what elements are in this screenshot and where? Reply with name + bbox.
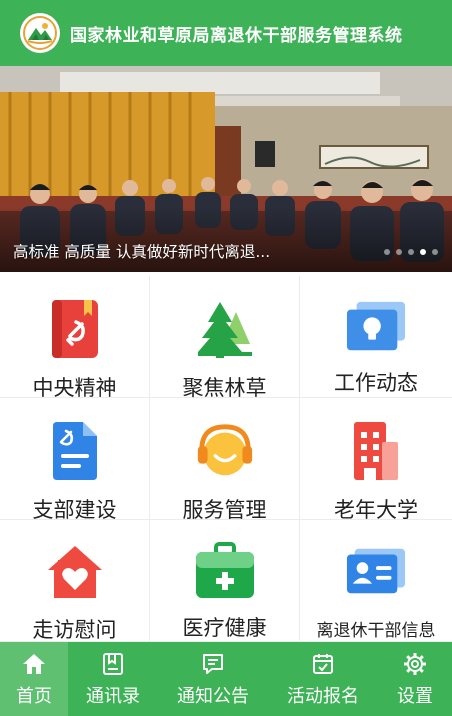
notice-icon	[201, 650, 225, 678]
menu-item-branch-building[interactable]: 支部建设	[0, 398, 150, 522]
tab-label: 活动报名	[287, 686, 359, 707]
menu-item-central-spirit[interactable]: 中央精神	[0, 276, 150, 400]
tab-activity-signup[interactable]: 活动报名	[268, 642, 378, 716]
app-header: 国家林业和草原局离退休干部服务管理系统	[0, 0, 452, 66]
menu-item-focus-forestry[interactable]: 聚焦林草	[150, 276, 300, 400]
tab-label: 首页	[16, 686, 52, 707]
signup-icon	[311, 650, 335, 678]
menu-item-retiree-info[interactable]: 离退休干部信息	[300, 520, 452, 642]
menu-item-work-updates[interactable]: 工作动态	[300, 276, 452, 398]
carousel-dot-active[interactable]	[420, 249, 426, 255]
menu-label: 医疗健康	[182, 616, 267, 640]
menu-label: 工作动态	[334, 371, 418, 395]
tab-label: 设置	[397, 686, 433, 707]
medical-kit-icon	[194, 542, 256, 600]
carousel-dot[interactable]	[432, 249, 438, 255]
settings-gear-icon	[403, 650, 427, 678]
forest-mountain-logo-icon	[20, 13, 60, 53]
tab-home[interactable]: 首页	[0, 642, 68, 716]
menu-label: 离退休干部信息	[316, 621, 436, 641]
home-icon	[21, 650, 47, 678]
id-card-icon	[345, 542, 407, 600]
tab-notices[interactable]: 通知公告	[158, 642, 268, 716]
app-title: 国家林业和草原局离退休干部服务管理系统	[70, 25, 403, 46]
carousel-dot[interactable]	[384, 249, 390, 255]
tab-settings[interactable]: 设置	[378, 642, 452, 716]
tab-label: 通讯录	[86, 686, 140, 707]
headset-service-icon	[194, 420, 256, 482]
bottom-tab-bar: 首页 通讯录 通知公告 活动报名 设置	[0, 642, 452, 716]
menu-item-service-management[interactable]: 服务管理	[150, 398, 300, 522]
carousel-dot[interactable]	[408, 249, 414, 255]
tree-icon	[194, 298, 256, 360]
carousel-dot[interactable]	[396, 249, 402, 255]
party-book-icon	[44, 298, 106, 360]
menu-item-senior-university[interactable]: 老年大学	[300, 398, 452, 522]
menu-item-visits[interactable]: 走访慰问	[0, 520, 150, 642]
feature-menu-grid: 中央精神 聚焦林草 工作动态 支部建设 服务管理 老年大学 走访慰问 医疗健康 …	[0, 276, 452, 642]
tab-label: 通知公告	[177, 686, 249, 707]
carousel-indicator[interactable]	[384, 249, 438, 255]
tab-address-book[interactable]: 通讯录	[68, 642, 158, 716]
address-book-icon	[101, 650, 125, 678]
banner-caption[interactable]: 高标准 高质量 认真做好新时代离退...	[13, 240, 270, 262]
building-icon	[345, 420, 407, 482]
lightbulb-screen-icon	[345, 298, 407, 355]
menu-item-medical-health[interactable]: 医疗健康	[150, 520, 300, 642]
news-banner-carousel[interactable]: 高标准 高质量 认真做好新时代离退...	[0, 66, 452, 272]
heart-house-icon	[44, 542, 106, 602]
menu-label: 走访慰问	[32, 618, 117, 642]
party-document-icon	[44, 420, 106, 482]
